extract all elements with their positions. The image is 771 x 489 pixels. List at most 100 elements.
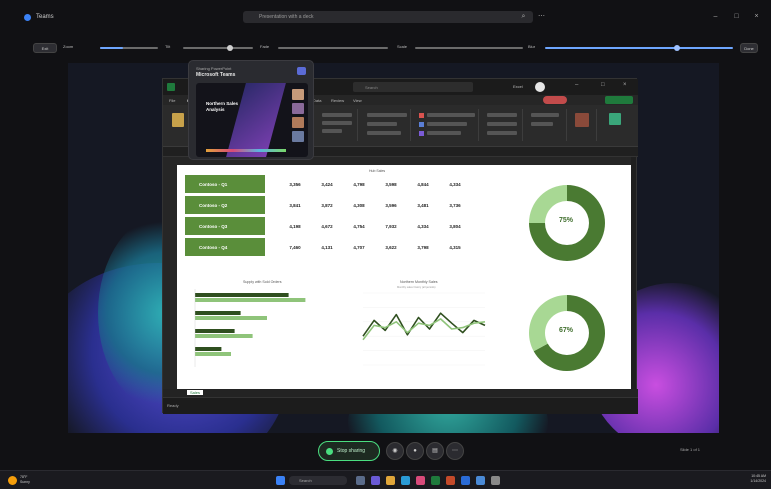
table-cell[interactable]: 4,844 [409,182,437,187]
camera-icon[interactable]: ● [406,442,424,460]
analyze-group[interactable] [569,109,597,141]
excel-search-input[interactable]: Search [353,82,473,92]
minimize-button[interactable]: – [712,13,719,20]
task-view-icon[interactable] [356,476,365,485]
done-button[interactable]: Done [740,43,758,53]
more-options-icon[interactable]: ⋯ [446,442,464,460]
thumbnail-color-bar [206,149,286,152]
editing-group[interactable] [527,109,567,141]
table-cell[interactable]: 7,932 [377,224,405,229]
blur-slider-thumb[interactable] [674,45,680,51]
pointer-icon[interactable]: ◉ [386,442,404,460]
table-cell[interactable]: 4,707 [345,245,373,250]
table-cell[interactable]: 4,334 [441,182,469,187]
maximize-button[interactable]: □ [733,13,740,20]
tab-file[interactable]: File [169,98,175,103]
bar-chart-title: Supply with Sold Orders [243,280,282,284]
exit-button[interactable]: Exit [33,43,57,53]
table-cell[interactable]: 4,198 [281,224,309,229]
tilt-slider[interactable] [183,47,253,49]
scale-slider[interactable] [415,47,523,49]
fade-slider[interactable] [278,47,388,49]
table-cell[interactable]: 3,424 [313,182,341,187]
close-button[interactable]: × [753,13,760,20]
store-icon[interactable] [416,476,425,485]
clock[interactable]: 10:45 AM 1/14/2024 [742,474,766,484]
table-cell[interactable]: 3,872 [313,203,341,208]
word-taskbar-icon[interactable] [461,476,470,485]
tab-review[interactable]: Review [331,98,344,103]
layout-icon[interactable]: ▤ [426,442,444,460]
share-button[interactable] [605,96,633,104]
more-icon[interactable]: ⋯ [538,13,545,20]
clipboard-group[interactable] [167,109,189,141]
table-cell[interactable]: 7,460 [281,245,309,250]
bar [195,316,267,320]
category-cell[interactable]: Contoso - Q1 [185,175,265,193]
excel-taskbar-icon[interactable] [431,476,440,485]
analyze-data-icon[interactable] [575,113,589,127]
stop-sharing-button[interactable]: Stop sharing [318,441,380,461]
table-cell[interactable]: 3,804 [441,224,469,229]
zoom-slider[interactable] [100,47,158,49]
maximize-icon[interactable]: □ [601,82,605,88]
table-cell[interactable]: 3,356 [281,182,309,187]
table-cell[interactable]: 4,131 [313,245,341,250]
search-icon[interactable]: ⌕ [520,13,527,20]
table-cell[interactable]: 3,841 [281,203,309,208]
table-cell[interactable]: 4,672 [313,224,341,229]
table-cell[interactable]: 4,334 [409,224,437,229]
worksheet[interactable]: Hub Sales Contoso - Q1 Contoso - Q2 Cont… [177,165,631,389]
weather-icon[interactable] [8,476,17,485]
category-cell[interactable]: Contoso - Q2 [185,196,265,214]
preview-app-name: Microsoft Teams [196,72,236,78]
control-label-tilt: Tilt [165,44,171,49]
app-logo-icon [24,13,31,21]
record-button[interactable] [543,96,567,104]
close-icon[interactable]: × [623,82,627,88]
file-explorer-icon[interactable] [386,476,395,485]
table-cell[interactable]: 3,596 [377,203,405,208]
addins-group[interactable] [601,109,633,141]
settings-taskbar-icon[interactable] [491,476,500,485]
title-search-input[interactable]: Presentation with a deck [243,11,533,23]
sheet-tab[interactable]: Sales [187,390,204,395]
tab-data[interactable]: Data [313,98,321,103]
powerpoint-taskbar-icon[interactable] [446,476,455,485]
table-cell[interactable]: 3,481 [409,203,437,208]
bar [195,293,289,297]
control-toolbar: Exit Zoom Tilt Fade Scale Blur Done [0,42,771,54]
table-cell[interactable]: 3,798 [409,245,437,250]
bar-chart[interactable]: Supply with Sold Orders [181,275,341,375]
taskbar-search-input[interactable]: Search [289,476,347,485]
outlook-taskbar-icon[interactable] [476,476,485,485]
table-cell[interactable]: 4,754 [345,224,373,229]
blur-slider[interactable] [545,47,733,49]
addins-icon[interactable] [609,113,621,125]
table-cell[interactable]: 3,598 [377,182,405,187]
table-cell[interactable]: 3,622 [377,245,405,250]
share-preview-popup[interactable]: Sharing PowerPoint Microsoft Teams North… [188,60,314,160]
thumbnail-title: Northern Sales Analysis [206,101,239,112]
tilt-slider-thumb[interactable] [227,45,233,51]
alignment-group[interactable] [318,109,358,141]
cells-group[interactable] [483,109,523,141]
participant-video [292,89,304,100]
styles-group[interactable] [415,109,479,141]
table-cell[interactable]: 3,736 [441,203,469,208]
start-icon[interactable] [276,476,285,485]
preview-thumbnail[interactable]: Northern Sales Analysis [196,83,308,157]
table-cell[interactable]: 4,798 [345,182,373,187]
teams-taskbar-icon[interactable] [371,476,380,485]
category-cell[interactable]: Contoso - Q4 [185,238,265,256]
line-chart[interactable]: Northern Monthly Sales Monthly sales his… [345,277,495,375]
table-cell[interactable]: 4,315 [441,245,469,250]
category-cell[interactable]: Contoso - Q3 [185,217,265,235]
edge-icon[interactable] [401,476,410,485]
tab-view[interactable]: View [353,98,362,103]
minimize-icon[interactable]: – [575,82,578,88]
table-cell[interactable]: 4,308 [345,203,373,208]
avatar[interactable] [535,82,545,92]
number-group[interactable] [363,109,411,141]
paste-icon[interactable] [172,113,184,127]
